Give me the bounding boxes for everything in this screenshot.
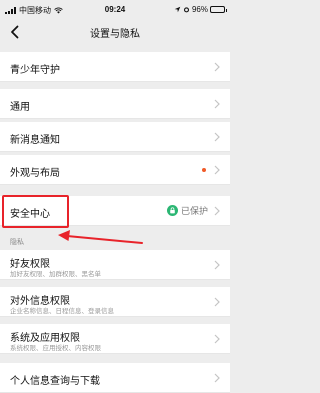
chevron-right-icon [214, 165, 220, 175]
arrow-annotation [58, 230, 143, 244]
status-bar: 中国移动 09:24 96% [0, 0, 230, 20]
settings-item-subtitle: 加好友权限、加群权限、黑名单 [10, 271, 101, 278]
settings-item-label: 青少年守护 [10, 65, 60, 76]
settings-item-subtitle: 系统权限、应用授权、内容权限 [10, 345, 101, 352]
security-status-label: 已保护 [180, 206, 208, 216]
settings-item-notifications[interactable]: 新消息通知 [0, 122, 230, 152]
settings-item-subtitle: 企业名称信息、日程信息、登录信息 [10, 308, 114, 315]
chevron-right-icon [214, 206, 220, 216]
chevron-right-icon [214, 132, 220, 142]
chevron-right-icon [214, 99, 220, 109]
chevron-right-icon [214, 62, 220, 72]
settings-item-general[interactable]: 通用 [0, 89, 230, 119]
settings-item-external-info[interactable]: 对外信息权限 企业名称信息、日程信息、登录信息 [0, 287, 230, 317]
chevron-right-icon [214, 373, 220, 383]
settings-item-teen-mode[interactable]: 青少年守护 [0, 52, 230, 82]
section-header-privacy: 隐私 [10, 239, 24, 246]
settings-item-label: 外观与布局 [10, 168, 60, 179]
alarm-icon [183, 7, 190, 13]
status-right: 96% [174, 5, 227, 14]
lock-icon [166, 205, 178, 216]
chevron-right-icon [214, 297, 220, 307]
location-arrow-icon [174, 6, 181, 13]
security-status: 已保护 [166, 204, 208, 217]
settings-item-label: 新消息通知 [10, 135, 60, 146]
chevron-right-icon [214, 334, 220, 344]
settings-item-system-permissions[interactable]: 系统及应用权限 系统权限、应用授权、内容权限 [0, 324, 230, 354]
settings-item-friend-permissions[interactable]: 好友权限 加好友权限、加群权限、黑名单 [0, 250, 230, 280]
settings-item-appearance[interactable]: 外观与布局 [0, 155, 230, 185]
settings-item-personal-info[interactable]: 个人信息查询与下载 [0, 363, 230, 393]
battery-icon [210, 6, 227, 13]
highlight-box [2, 195, 69, 228]
page-title: 设置与隐私 [90, 29, 140, 40]
chevron-right-icon [214, 260, 220, 270]
battery-percent: 96% [191, 5, 208, 14]
settings-item-label: 个人信息查询与下载 [10, 376, 100, 387]
nav-bar: 设置与隐私 [0, 20, 230, 44]
new-badge-dot [202, 168, 206, 172]
settings-item-label: 通用 [10, 102, 30, 113]
